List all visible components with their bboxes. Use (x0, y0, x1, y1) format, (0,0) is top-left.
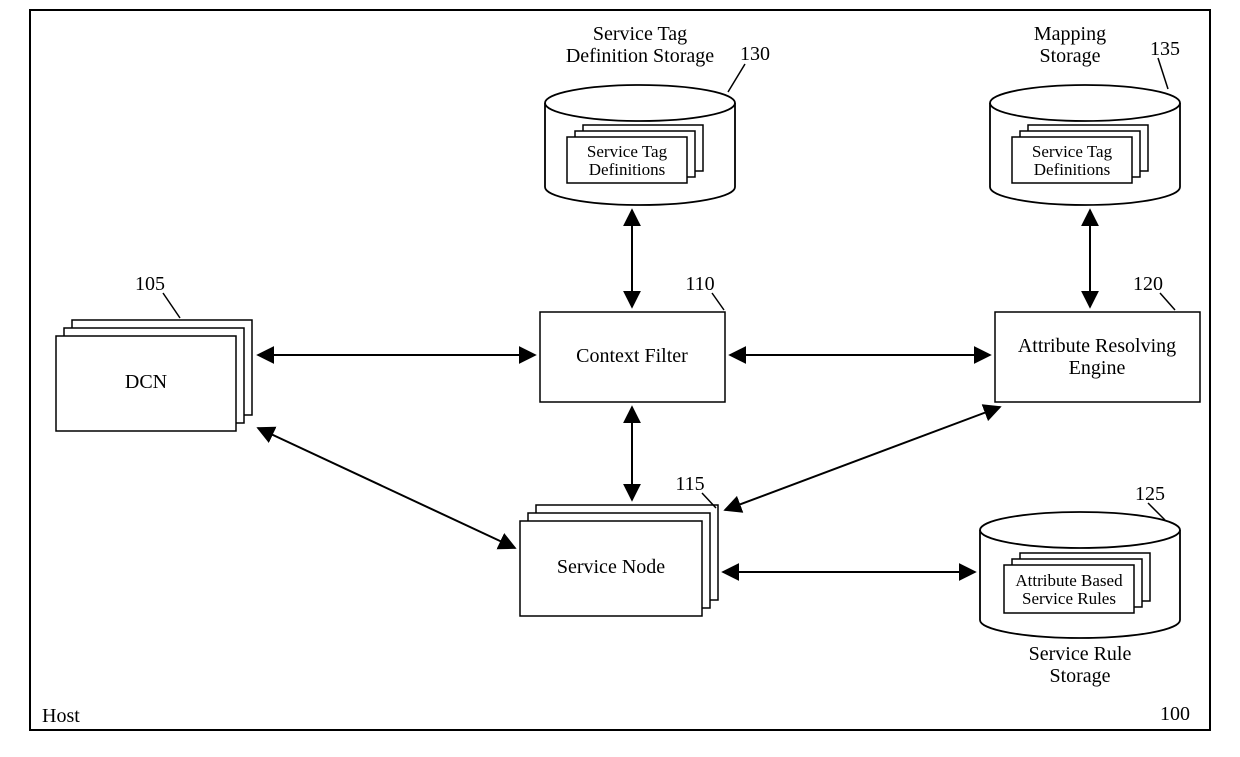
mapping-title-2: Storage (1039, 45, 1100, 67)
service-node-label: Service Node (557, 556, 665, 578)
host-label: Host (42, 705, 80, 727)
rule-title-2: Storage (1049, 665, 1110, 687)
mapping-ref: 135 (1150, 38, 1180, 60)
mapping-doc-1: Service Tag (1032, 142, 1113, 161)
rule-doc-1: Attribute Based (1015, 571, 1123, 590)
rule-title-1: Service Rule (1029, 643, 1132, 665)
context-filter-ref: 110 (685, 273, 714, 295)
service-node-ref: 115 (675, 473, 704, 495)
host-ref: 100 (1160, 703, 1190, 725)
context-filter-label: Context Filter (576, 345, 688, 367)
mapping-doc-2: Definitions (1034, 160, 1111, 179)
tag-def-doc-2: Definitions (589, 160, 666, 179)
rule-ref: 125 (1135, 483, 1165, 505)
rule-doc-2: Service Rules (1022, 589, 1116, 608)
tag-def-title-2: Definition Storage (566, 45, 714, 67)
dcn-ref: 105 (135, 273, 165, 295)
mapping-title-1: Mapping (1034, 23, 1106, 45)
tag-def-doc-1: Service Tag (587, 142, 668, 161)
dcn-label: DCN (125, 371, 167, 393)
attr-engine-label-2: Engine (1069, 357, 1126, 379)
tag-def-ref: 130 (740, 43, 770, 65)
tag-def-title-1: Service Tag (593, 23, 687, 45)
attr-engine-ref: 120 (1133, 273, 1163, 295)
attr-engine-label-1: Attribute Resolving (1018, 335, 1176, 357)
